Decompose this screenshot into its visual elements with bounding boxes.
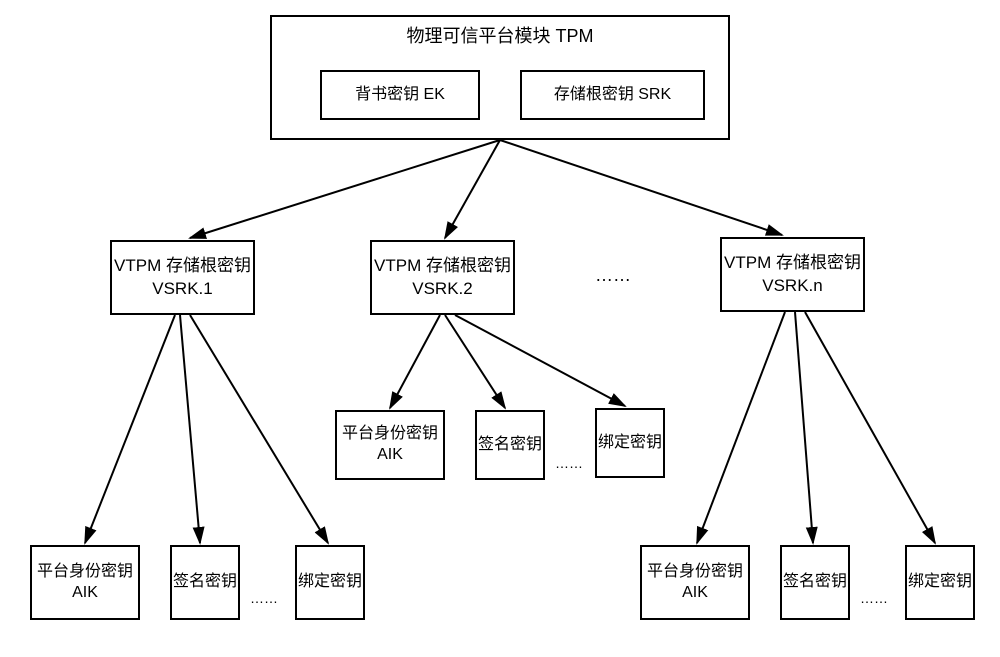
tpm-title: 物理可信平台模块 TPM (272, 25, 728, 48)
vtpm-ellipsis: …… (595, 265, 631, 286)
leaf-ellipsis-1: …… (250, 590, 278, 606)
sign-key-2: 签名密钥 (475, 410, 545, 480)
srk-key: 存储根密钥 SRK (520, 70, 705, 120)
vtpm-vsrk-n: VTPM 存储根密钥 VSRK.n (720, 237, 865, 312)
aik-key-n: 平台身份密钥 AIK (640, 545, 750, 620)
aik-key-2: 平台身份密钥 AIK (335, 410, 445, 480)
vtpm-vsrk-2: VTPM 存储根密钥 VSRK.2 (370, 240, 515, 315)
sign-key-1: 签名密钥 (170, 545, 240, 620)
leaf-ellipsis-2: …… (555, 455, 583, 471)
sign-key-n: 签名密钥 (780, 545, 850, 620)
bind-key-n: 绑定密钥 (905, 545, 975, 620)
bind-key-2: 绑定密钥 (595, 408, 665, 478)
aik-key-1: 平台身份密钥 AIK (30, 545, 140, 620)
vtpm-vsrk-1: VTPM 存储根密钥 VSRK.1 (110, 240, 255, 315)
leaf-ellipsis-n: …… (860, 590, 888, 606)
bind-key-1: 绑定密钥 (295, 545, 365, 620)
ek-key: 背书密钥 EK (320, 70, 480, 120)
